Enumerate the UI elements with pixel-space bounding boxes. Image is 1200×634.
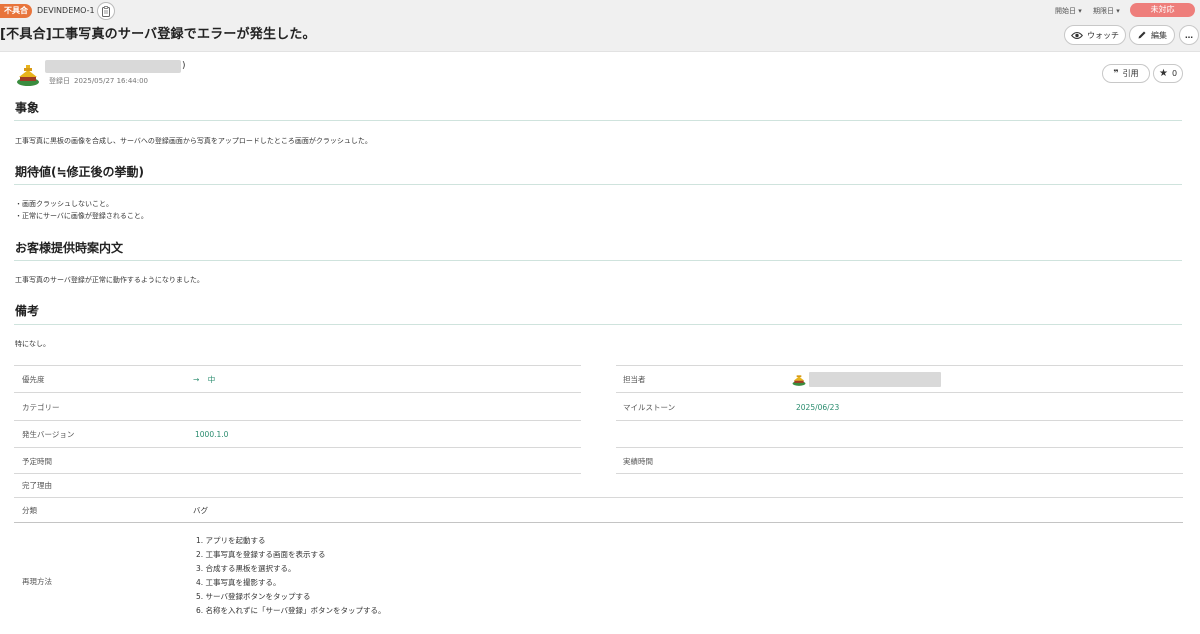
watch-button-label: ウォッチ [1087,30,1119,40]
section-heading-expected: 期待値(≒修正後の挙動) [15,165,145,179]
row-divider [14,420,581,421]
classification-value: バグ [193,506,208,515]
copy-key-button[interactable] [97,2,115,20]
issue-body: ) 登録日 2025/05/27 16:44:00 ❞ 引用 ★ 0 事象 工事写… [0,52,1200,634]
eye-icon [1071,31,1083,39]
repro-step: 6. 名称を入れずに「サーバ登録」ボタンをタップする。 [196,606,386,615]
resolution-label: 完了理由 [22,481,52,490]
due-date-dropdown[interactable]: 期限日 ▾ [1093,5,1120,17]
row-divider [14,473,581,474]
watch-button[interactable]: ウォッチ [1064,25,1126,45]
issue-type-badge: 不具合 [0,4,32,18]
registered-date-value: 2025/05/27 16:44:00 [74,77,149,85]
planned-time-label: 予定時間 [22,457,52,466]
more-menu-button[interactable]: … [1179,25,1199,45]
repro-step: 3. 合成する黒板を選択する。 [196,564,296,573]
section-divider [14,260,1182,261]
section-text-expected-1: ・画面クラッシュしないこと。 [15,200,113,208]
row-divider [616,473,1183,474]
chevron-down-icon: ▾ [1116,7,1120,15]
arrow-right-icon: → [193,375,200,384]
star-button[interactable]: ★ 0 [1153,64,1183,83]
section-text-notes: 特になし。 [15,340,50,348]
row-divider [14,522,1183,523]
section-heading-customer-notice: お客様提供時案内文 [15,241,124,255]
priority-value[interactable]: → 中 [193,374,215,386]
repro-steps-list: 1. アプリを起動する 2. 工事写真を登録する画面を表示する 3. 合成する黒… [196,534,385,618]
row-divider [616,365,1183,366]
section-text-expected-2: ・正常にサーバに画像が登録されること。 [15,212,148,220]
row-divider [14,365,581,366]
quote-button[interactable]: ❞ 引用 [1102,64,1150,83]
section-divider [14,120,1182,121]
section-heading-notes: 備考 [15,304,40,318]
issue-key[interactable]: DEVINDEMO-1 [37,5,95,17]
issue-title: [不具合]工事写真のサーバ登録でエラーが発生した。 [0,27,316,42]
category-label: カテゴリー [22,403,60,412]
registered-date-label: 登録日 [49,77,70,85]
section-divider [14,184,1182,185]
row-divider [616,392,1183,393]
start-date-label: 開始日 [1055,7,1076,15]
pencil-icon [1138,31,1146,39]
chevron-down-icon: ▾ [1078,7,1082,15]
actual-time-label: 実績時間 [623,457,653,466]
registered-date: 登録日 2025/05/27 16:44:00 [49,76,152,86]
repro-step: 4. 工事写真を撮影する。 [196,578,281,587]
repro-step: 2. 工事写真を登録する画面を表示する [196,550,326,559]
clipboard-icon [102,5,110,17]
row-divider [14,497,1183,498]
milestone-label: マイルストーン [623,403,676,412]
row-divider [14,447,581,448]
section-divider [14,324,1182,325]
row-divider [14,392,581,393]
priority-label: 優先度 [22,375,45,384]
version-value[interactable]: 1000.1.0 [195,429,228,441]
edit-button-label: 編集 [1151,30,1167,40]
status-badge[interactable]: 未対応 [1130,3,1195,17]
edit-button[interactable]: 編集 [1129,25,1175,45]
start-date-dropdown[interactable]: 開始日 ▾ [1055,5,1082,17]
assignee-avatar [792,375,806,386]
author-name-suffix: ) [182,61,186,71]
row-divider [616,420,1183,421]
quote-icon: ❞ [1113,68,1119,79]
author-name-redacted [45,60,181,73]
priority-text: 中 [207,375,216,384]
version-label: 発生バージョン [22,430,75,439]
section-heading-incident: 事象 [15,101,40,115]
section-text-incident: 工事写真に黒板の画像を合成し、サーバへの登録画面から写真をアップロードしたところ… [15,137,372,145]
avatar [17,65,39,86]
repro-label: 再現方法 [22,577,52,586]
row-divider [616,447,1183,448]
assignee-label: 担当者 [623,375,646,384]
due-date-label: 期限日 [1093,7,1114,15]
repro-step: 1. アプリを起動する [196,536,266,545]
assignee-name-redacted [809,372,941,387]
classification-label: 分類 [22,506,37,515]
star-icon: ★ [1158,68,1168,79]
issue-header: 不具合 DEVINDEMO-1 [不具合]工事写真のサーバ登録でエラーが発生した… [0,0,1200,52]
repro-step: 5. サーバ登録ボタンをタップする [196,592,311,601]
star-count: 0 [1171,69,1178,78]
section-text-customer-notice: 工事写真のサーバ登録が正常に動作するようになりました。 [15,276,204,284]
milestone-value[interactable]: 2025/06/23 [796,402,839,414]
quote-button-label: 引用 [1122,69,1139,78]
